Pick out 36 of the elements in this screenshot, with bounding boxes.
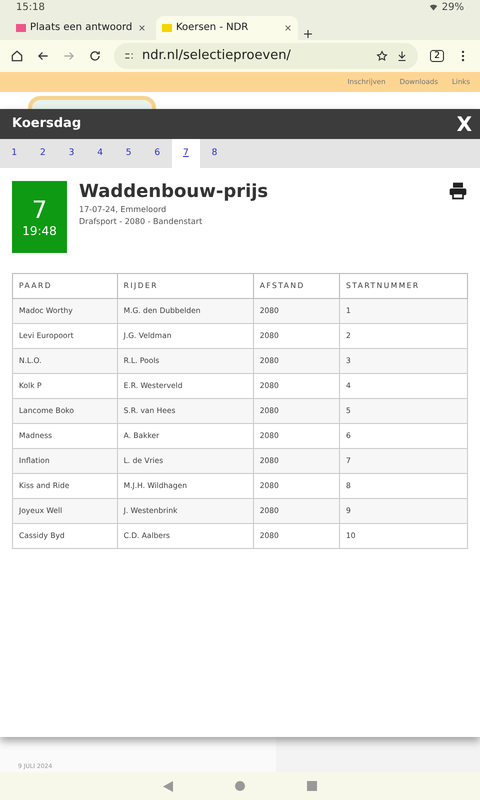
race-name: Waddenbouw-prijs — [79, 180, 270, 202]
reload-icon[interactable] — [88, 48, 102, 63]
race-date-place: 17-07-24, Emmeloord — [79, 204, 168, 214]
browser-tab[interactable]: Koersen - NDR — [156, 16, 298, 40]
close-icon[interactable] — [284, 24, 292, 32]
star-icon[interactable] — [376, 50, 388, 62]
wifi-icon — [428, 3, 438, 12]
tab-count[interactable]: 2 — [430, 50, 444, 62]
close-button[interactable]: X — [456, 112, 472, 136]
race-tab[interactable]: 6 — [142, 138, 172, 168]
favicon-icon — [162, 24, 172, 32]
site-settings-icon[interactable] — [124, 50, 134, 61]
race-tab[interactable]: 5 — [114, 138, 143, 168]
battery-level: 29% — [442, 2, 464, 14]
race-tab[interactable]: 2 — [28, 138, 58, 168]
race-tab[interactable]: 8 — [200, 138, 229, 168]
race-tab[interactable]: 1 — [0, 138, 29, 168]
race-tab[interactable]: 7 — [172, 138, 200, 168]
favicon-icon — [16, 24, 26, 32]
race-details: Drafsport - 2080 - Bandenstart — [79, 216, 204, 226]
race-tab[interactable]: 3 — [57, 138, 86, 168]
race-time: 19:48 — [22, 224, 57, 238]
modal-title: Koersdag — [12, 116, 82, 132]
address-field[interactable]: ndr.nl/selectieproeven/ — [114, 42, 418, 69]
race-tab[interactable]: 4 — [86, 138, 114, 168]
download-icon[interactable] — [396, 50, 408, 62]
plus-icon[interactable] — [302, 28, 314, 40]
close-icon[interactable] — [138, 24, 146, 32]
back-nav-icon[interactable] — [163, 780, 173, 792]
recents-nav-icon[interactable] — [307, 781, 317, 792]
home-icon[interactable] — [10, 48, 24, 63]
home-nav-icon[interactable] — [235, 781, 245, 792]
race-number: 7 — [32, 196, 48, 224]
clock-time: 15:18 — [16, 2, 45, 14]
browser-tab[interactable]: Plaats een antwoord — [10, 16, 152, 40]
print-icon[interactable] — [448, 180, 468, 201]
